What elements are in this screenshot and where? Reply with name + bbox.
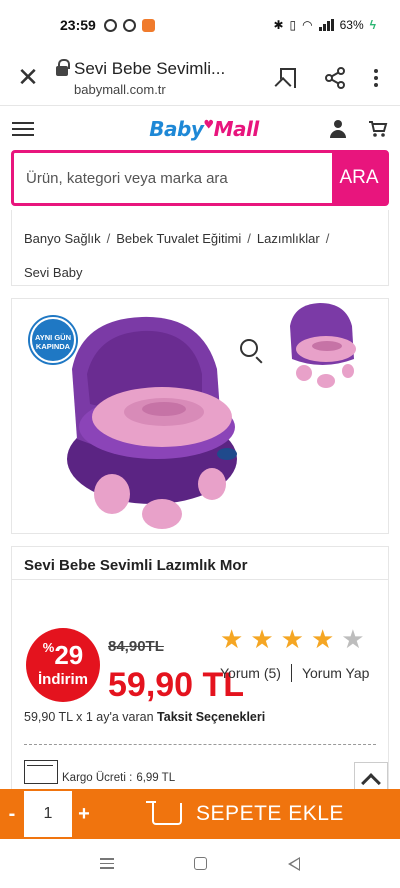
quantity-decrease-button[interactable]: - — [0, 803, 24, 826]
breadcrumb-item[interactable]: Bebek Tuvalet Eğitimi — [116, 231, 241, 246]
browser-toolbar: ✕ Sevi Bebe Sevimli... babymall.com.tr — [0, 50, 400, 106]
page-title: Sevi Bebe Sevimli... — [74, 58, 226, 78]
product-thumbnail[interactable] — [282, 301, 362, 396]
wifi-icon: ◠ — [302, 18, 313, 32]
badge-line-2: KAPINDA — [35, 342, 71, 351]
star-empty-icon: ★ — [341, 624, 365, 654]
reviews-row: Yorum (5) Yorum Yap — [220, 664, 369, 682]
divider — [24, 744, 376, 745]
bluetooth-icon: ✱ — [273, 18, 284, 32]
lock-icon — [56, 58, 70, 76]
status-bar: 23:59 ✱ ▯ ◠ 63% ϟ — [0, 0, 400, 50]
url-text: babymall.com.tr — [74, 81, 166, 97]
threads-icon — [103, 18, 117, 32]
price-section: %29 İndirim 84,90TL 59,90 TL ★ ★ ★ ★ ★ Y… — [11, 580, 389, 790]
site-header: Baby♥Mall — [0, 106, 400, 152]
menu-icon[interactable] — [12, 122, 34, 136]
signal-icon — [318, 19, 334, 31]
star-icon: ★ — [250, 624, 274, 654]
same-day-delivery-badge: AYNI GÜN KAPINDA — [30, 317, 76, 363]
breadcrumb-item[interactable]: Lazımlıklar — [257, 231, 320, 246]
user-icon[interactable] — [330, 120, 346, 138]
battery-icon: ϟ — [369, 18, 376, 32]
search-button[interactable]: ARA — [332, 153, 386, 203]
status-right: ✱ ▯ ◠ 63% ϟ — [273, 18, 376, 32]
basket-icon — [146, 801, 183, 825]
discount-value: 29 — [54, 640, 84, 670]
old-price: 84,90TL — [108, 638, 164, 655]
write-review-link[interactable]: Yorum Yap — [302, 665, 369, 681]
instagram-icon — [122, 18, 136, 32]
site-logo[interactable]: Baby♥Mall — [149, 117, 260, 141]
home-icon[interactable] — [194, 857, 208, 870]
breadcrumb: Banyo Sağlık / Bebek Tuvalet Eğitimi / Lazım… — [11, 210, 389, 286]
battery-level: 63% — [339, 18, 364, 32]
breadcrumb-separator: / — [325, 231, 330, 246]
status-time: 23:59 — [60, 17, 96, 33]
percent-symbol: % — [42, 640, 55, 655]
cargo-label: Kargo Ücreti : — [62, 772, 133, 784]
discount-label: İndirim — [37, 671, 88, 688]
star-icon: ★ — [280, 624, 304, 654]
quantity-input[interactable] — [24, 791, 72, 837]
heart-icon: ♥ — [203, 117, 214, 132]
close-icon[interactable]: ✕ — [0, 62, 56, 93]
breadcrumb-separator: / — [247, 231, 251, 246]
installment-text: 59,90 TL x 1 ay'a varan — [24, 710, 154, 724]
logo-baby: Baby — [149, 117, 204, 141]
quantity-increase-button[interactable]: + — [72, 803, 96, 826]
bookmark-icon[interactable] — [280, 67, 296, 88]
product-title: Sevi Bebe Sevimli Lazımlık Mor — [11, 546, 389, 580]
app-icon — [141, 18, 155, 32]
breadcrumb-item[interactable]: Sevi Baby — [24, 265, 83, 280]
system-nav-bar — [0, 839, 400, 888]
discount-badge: %29 İndirim — [26, 628, 100, 702]
search-input[interactable] — [14, 153, 332, 203]
breadcrumb-item[interactable]: Banyo Sağlık — [24, 231, 101, 246]
product-gallery: AYNI GÜN KAPINDA — [11, 298, 389, 534]
add-to-cart-label: SEPETE EKLE — [196, 802, 344, 825]
breadcrumb-separator: / — [106, 231, 111, 246]
product-main-image[interactable] — [52, 309, 252, 529]
share-icon[interactable] — [324, 66, 346, 89]
url-block[interactable]: Sevi Bebe Sevimli... babymall.com.tr — [56, 58, 280, 97]
discount-percent: %29 — [26, 640, 100, 671]
recent-apps-icon[interactable] — [100, 858, 115, 869]
badge-line-1: AYNI GÜN — [35, 333, 71, 342]
installment-options-link[interactable]: Taksit Seçenekleri — [157, 710, 265, 724]
logo-mall: Mall — [213, 117, 260, 141]
more-options-icon[interactable] — [374, 68, 378, 87]
cargo-info: Kargo Ücreti : 6,99 TL — [24, 760, 175, 784]
notification-icons — [103, 18, 155, 32]
divider — [290, 664, 292, 682]
star-icon: ★ — [220, 624, 244, 654]
cargo-price: 6,99 TL — [136, 772, 176, 784]
rating-stars[interactable]: ★ ★ ★ ★ ★ — [220, 626, 365, 652]
star-icon: ★ — [310, 624, 335, 654]
cart-icon[interactable] — [368, 120, 388, 138]
cargo-box-icon — [24, 760, 58, 784]
back-icon[interactable] — [287, 856, 300, 871]
installment-info: 59,90 TL x 1 ay'a varan Taksit Seçenekle… — [24, 710, 265, 724]
zoom-icon[interactable] — [240, 339, 258, 357]
reviews-link[interactable]: Yorum (5) — [220, 665, 281, 681]
search-box: ARA — [11, 150, 389, 206]
add-to-cart-button[interactable]: SEPETE EKLE — [96, 801, 400, 826]
vibrate-icon: ▯ — [289, 18, 297, 32]
add-to-cart-bar: - + SEPETE EKLE — [0, 789, 400, 839]
